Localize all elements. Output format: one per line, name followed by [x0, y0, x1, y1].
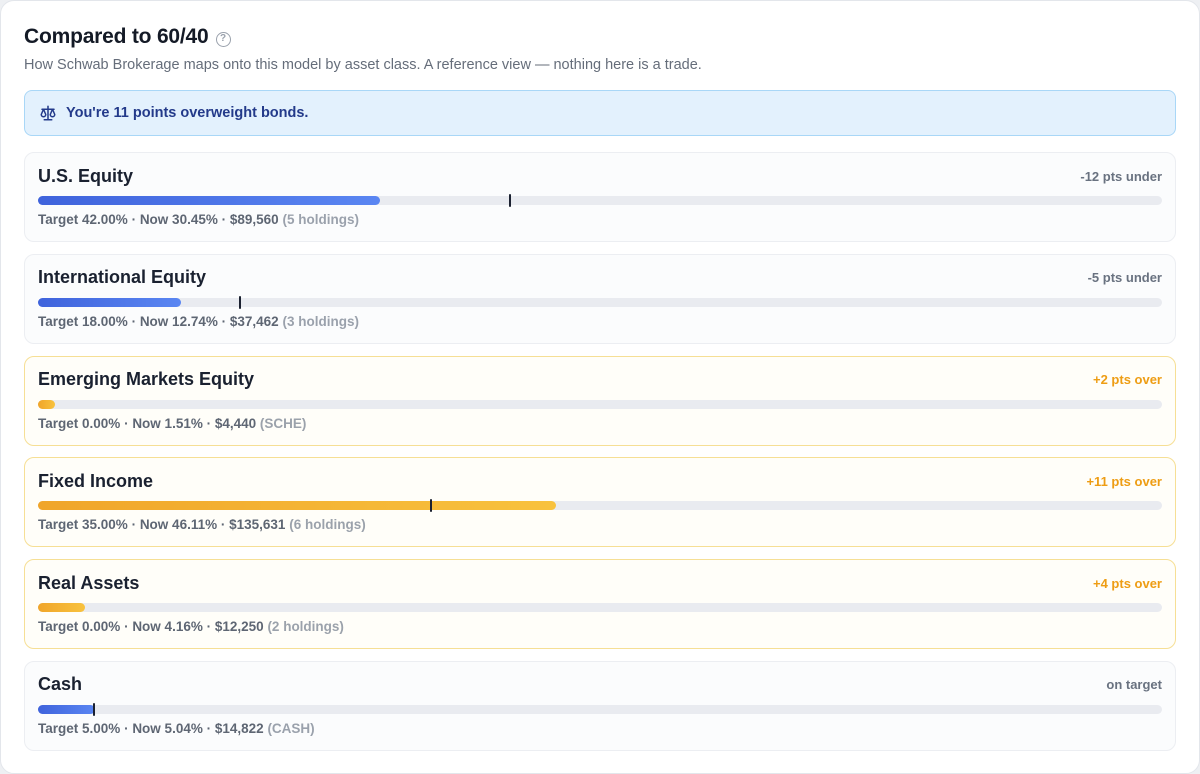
current-value: Now 5.04%: [132, 720, 203, 736]
holdings-count: (2 holdings): [267, 619, 344, 635]
current-allocation-fill: [38, 704, 95, 714]
comparison-card: Compared to 60/40 ? How Schwab Brokerage…: [0, 0, 1200, 774]
target-value: Target 5.00%: [38, 720, 121, 736]
asset-class-row-international-equity: International Equity -5 pts under Target…: [24, 253, 1176, 344]
current-allocation-fill: [38, 399, 55, 409]
deviation-label: +11 pts over: [1086, 473, 1162, 489]
separator: ·: [206, 720, 215, 736]
asset-class-name: International Equity: [38, 267, 207, 288]
separator: ·: [221, 212, 230, 227]
target-value: Target 0.00%: [38, 619, 121, 635]
asset-class-name: Emerging Markets Equity: [38, 369, 255, 390]
allocation-details: Target 0.00% · Now 1.51% · $4,440 (SCHE): [38, 416, 1162, 431]
asset-class-list: U.S. Equity -12 pts under Target 42.00% …: [24, 152, 1176, 751]
holdings-count: (SCHE): [259, 415, 307, 431]
allocation-details: Target 0.00% · Now 4.16% · $12,250 (2 ho…: [38, 619, 1162, 634]
current-value: Now 46.11%: [139, 517, 218, 533]
allocation-details: Target 5.00% · Now 5.04% · $14,822 (CASH…: [38, 721, 1162, 736]
asset-class-row-real-assets: Real Assets +4 pts over Target 0.00% · N…: [24, 559, 1176, 650]
deviation-label: +4 pts over: [1092, 575, 1162, 591]
current-allocation-fill: [38, 196, 381, 205]
balance-scale-icon: [39, 104, 57, 122]
page-title: Compared to 60/40: [24, 25, 209, 48]
holdings-count: (3 holdings): [282, 313, 359, 329]
asset-class-row-header: Real Assets +4 pts over: [38, 572, 1162, 594]
dollar-amount: $135,631: [229, 517, 286, 533]
separator: ·: [220, 517, 230, 533]
target-value: Target 35.00%: [38, 517, 128, 533]
asset-class-row-u-s-equity: U.S. Equity -12 pts under Target 42.00% …: [24, 152, 1176, 242]
asset-class-row-header: Cash on target: [38, 674, 1162, 696]
current-value: Now 30.45%: [139, 212, 218, 227]
asset-class-row-cash: Cash on target Target 5.00% · Now 5.04% …: [24, 660, 1176, 751]
target-value: Target 18.00%: [38, 313, 128, 329]
target-marker: [239, 295, 242, 309]
separator: ·: [131, 517, 140, 533]
deviation-label: +2 pts over: [1092, 372, 1162, 388]
asset-class-row-emerging-markets-equity: Emerging Markets Equity +2 pts over Targ…: [24, 355, 1176, 446]
holdings-count: (6 holdings): [289, 517, 366, 533]
help-icon[interactable]: ?: [215, 31, 231, 47]
current-allocation-fill: [38, 297, 182, 307]
current-value: Now 4.16%: [132, 619, 203, 635]
separator: ·: [206, 619, 215, 635]
separator: ·: [131, 212, 140, 227]
separator: ·: [221, 313, 230, 329]
holdings-count: (CASH): [267, 720, 315, 736]
separator: ·: [206, 415, 215, 431]
deviation-label: -12 pts under: [1080, 168, 1162, 184]
current-allocation-fill: [38, 501, 557, 511]
dollar-amount: $14,822: [214, 720, 264, 736]
dollar-amount: $37,462: [229, 313, 279, 329]
allocation-details: Target 35.00% · Now 46.11% · $135,631 (6…: [38, 517, 1162, 532]
asset-class-name: U.S. Equity: [38, 165, 134, 186]
target-marker: [509, 194, 512, 207]
allocation-track: [38, 702, 1162, 716]
asset-class-name: Real Assets: [38, 572, 140, 593]
holdings-count: (5 holdings): [282, 212, 359, 227]
dollar-amount: $12,250: [214, 619, 264, 635]
asset-class-row-fixed-income: Fixed Income +11 pts over Target 35.00% …: [24, 457, 1176, 548]
current-value: Now 1.51%: [132, 415, 203, 431]
allocation-track: [38, 399, 1162, 409]
alert-message: You're 11 points overweight bonds.: [66, 105, 309, 121]
deviation-label: on target: [1106, 677, 1162, 693]
allocation-details: Target 18.00% · Now 12.74% · $37,462 (3 …: [38, 314, 1162, 329]
asset-class-row-header: Emerging Markets Equity +2 pts over: [38, 369, 1162, 391]
card-header: Compared to 60/40 ?: [24, 23, 1176, 51]
asset-class-row-header: Fixed Income +11 pts over: [38, 470, 1162, 492]
asset-class-row-header: U.S. Equity -12 pts under: [38, 165, 1162, 187]
allocation-track: [38, 499, 1162, 513]
dollar-amount: $4,440: [214, 415, 257, 431]
allocation-details: Target 42.00% · Now 30.45% · $89,560 (5 …: [38, 212, 1162, 227]
allocation-track: [38, 603, 1162, 613]
asset-class-name: Fixed Income: [38, 470, 154, 491]
asset-class-name: Cash: [38, 674, 83, 695]
deviation-label: -5 pts under: [1087, 270, 1162, 286]
overweight-alert: You're 11 points overweight bonds.: [24, 90, 1176, 136]
target-marker: [93, 702, 96, 716]
target-value: Target 42.00%: [38, 212, 128, 227]
target-value: Target 0.00%: [38, 415, 121, 431]
current-allocation-fill: [38, 603, 85, 613]
dollar-amount: $89,560: [229, 212, 279, 227]
asset-class-row-header: International Equity -5 pts under: [38, 267, 1162, 289]
allocation-track: [38, 295, 1162, 309]
separator: ·: [131, 313, 140, 329]
allocation-track: [38, 194, 1162, 207]
current-value: Now 12.74%: [139, 313, 218, 329]
page-subtitle: How Schwab Brokerage maps onto this mode…: [24, 57, 702, 73]
